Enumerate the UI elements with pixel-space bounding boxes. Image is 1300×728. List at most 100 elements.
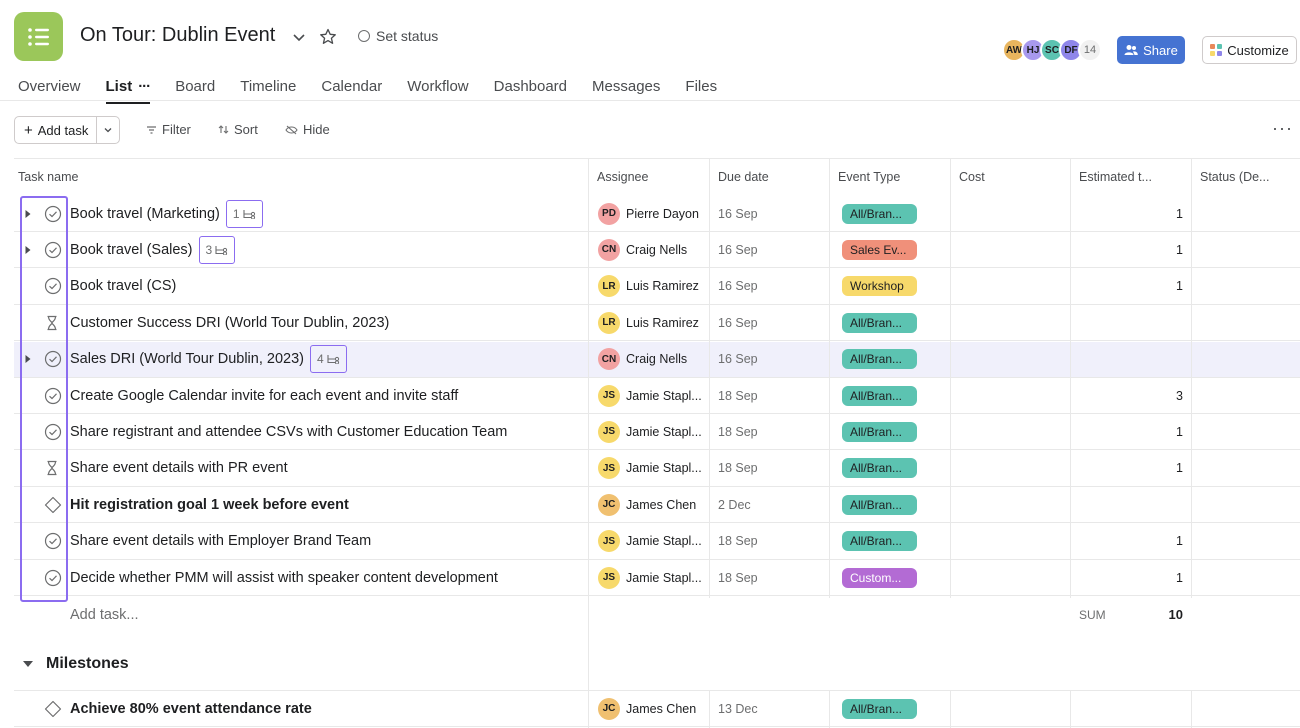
assignee-cell[interactable]: JS Jamie Stapl... xyxy=(598,378,702,413)
task-row[interactable]: Share registrant and attendee CSVs with … xyxy=(14,414,1300,451)
task-status-toggle[interactable] xyxy=(44,414,62,449)
project-title[interactable]: On Tour: Dublin Event xyxy=(80,24,275,47)
due-date[interactable]: 18 Sep xyxy=(718,414,758,449)
task-status-toggle[interactable] xyxy=(44,305,62,340)
star-icon[interactable] xyxy=(318,27,338,47)
tab-timeline[interactable]: Timeline xyxy=(240,78,296,100)
event-type-cell[interactable]: All/Bran... xyxy=(842,305,917,340)
expand-caret-icon[interactable] xyxy=(24,232,34,267)
task-status-toggle[interactable] xyxy=(44,378,62,413)
due-date[interactable]: 2 Dec xyxy=(718,487,751,522)
task-row[interactable]: Create Google Calendar invite for each e… xyxy=(14,378,1300,414)
assignee-cell[interactable]: PD Pierre Dayon xyxy=(598,196,699,231)
tab-workflow[interactable]: Workflow xyxy=(407,78,468,100)
estimated-time[interactable] xyxy=(1071,487,1183,522)
estimated-time[interactable]: 1 xyxy=(1071,560,1183,595)
hide-button[interactable]: Hide xyxy=(285,122,330,137)
task-status-toggle[interactable] xyxy=(44,342,62,377)
expand-caret-icon[interactable] xyxy=(24,342,34,377)
due-date[interactable]: 16 Sep xyxy=(718,196,758,231)
due-date[interactable]: 16 Sep xyxy=(718,232,758,267)
event-type-cell[interactable]: Sales Ev... xyxy=(842,232,917,267)
event-type-cell[interactable]: All/Bran... xyxy=(842,691,917,726)
share-button[interactable]: Share xyxy=(1117,36,1185,64)
column-event-type[interactable]: Event Type xyxy=(838,170,900,184)
estimated-time[interactable] xyxy=(1071,305,1183,340)
task-name[interactable]: Sales DRI (World Tour Dublin, 2023) 4 xyxy=(70,342,347,377)
event-type-cell[interactable]: All/Bran... xyxy=(842,196,917,231)
due-date[interactable]: 18 Sep xyxy=(718,524,758,559)
customize-button[interactable]: Customize xyxy=(1202,36,1297,64)
assignee-cell[interactable]: JS Jamie Stapl... xyxy=(598,414,702,449)
set-status-button[interactable]: Set status xyxy=(358,28,438,44)
event-type-cell[interactable]: All/Bran... xyxy=(842,414,917,449)
add-task-button[interactable]: + Add task xyxy=(14,116,120,144)
estimated-time[interactable]: 1 xyxy=(1071,524,1183,559)
due-date[interactable]: 18 Sep xyxy=(718,560,758,595)
event-type-cell[interactable]: Custom... xyxy=(842,560,917,595)
subtask-count-badge[interactable]: 3 xyxy=(198,235,236,264)
task-status-toggle[interactable] xyxy=(44,524,62,559)
sort-button[interactable]: Sort xyxy=(218,122,258,137)
task-status-toggle[interactable] xyxy=(44,487,62,522)
subtask-count-badge[interactable]: 4 xyxy=(309,345,347,374)
tab-calendar[interactable]: Calendar xyxy=(321,78,382,100)
check-circle-icon[interactable] xyxy=(44,569,62,587)
event-type-cell[interactable]: Workshop xyxy=(842,269,917,304)
event-type-cell[interactable]: All/Bran... xyxy=(842,342,917,377)
project-icon[interactable] xyxy=(14,12,63,61)
check-circle-icon[interactable] xyxy=(44,532,62,550)
event-type-cell[interactable]: All/Bran... xyxy=(842,451,917,486)
subtask-count-badge[interactable]: 1 xyxy=(225,199,263,228)
assignee-cell[interactable]: JS Jamie Stapl... xyxy=(598,560,702,595)
tab-list[interactable]: List ··· xyxy=(105,78,151,104)
add-task-main[interactable]: + Add task xyxy=(15,117,97,143)
milestone-diamond-icon[interactable] xyxy=(44,496,62,514)
chevron-down-icon[interactable] xyxy=(290,28,308,46)
task-row[interactable]: Book travel (Sales) 3 CN Craig Nells 16 Sep S… xyxy=(14,232,1300,269)
task-name[interactable]: Share event details with Employer Brand … xyxy=(70,524,371,559)
assignee-cell[interactable]: LR Luis Ramirez xyxy=(598,269,699,304)
section-milestones[interactable]: Milestones xyxy=(22,655,129,673)
task-row[interactable]: Customer Success DRI (World Tour Dublin,… xyxy=(14,305,1300,342)
tab-board[interactable]: Board xyxy=(175,78,215,100)
due-date[interactable]: 16 Sep xyxy=(718,305,758,340)
assignee-cell[interactable]: JS Jamie Stapl... xyxy=(598,451,702,486)
estimated-time[interactable]: 1 xyxy=(1071,414,1183,449)
assignee-cell[interactable]: JC James Chen xyxy=(598,487,696,522)
task-status-toggle[interactable] xyxy=(44,451,62,486)
task-status-toggle[interactable] xyxy=(44,196,62,231)
filter-button[interactable]: Filter xyxy=(146,122,191,137)
member-overflow-count[interactable]: 14 xyxy=(1078,38,1102,62)
task-row[interactable]: Hit registration goal 1 week before even… xyxy=(14,487,1300,524)
tab-files[interactable]: Files xyxy=(685,78,717,100)
check-circle-icon[interactable] xyxy=(44,387,62,405)
estimated-time[interactable] xyxy=(1071,691,1183,726)
estimated-time[interactable]: 3 xyxy=(1071,378,1183,413)
due-date[interactable]: 18 Sep xyxy=(718,378,758,413)
task-name[interactable]: Achieve 80% event attendance rate xyxy=(70,691,312,726)
check-circle-icon[interactable] xyxy=(44,205,62,223)
column-task-name[interactable]: Task name xyxy=(18,170,78,184)
more-options-icon[interactable]: ··· xyxy=(1272,118,1293,139)
column-cost[interactable]: Cost xyxy=(959,170,985,184)
task-name[interactable]: Hit registration goal 1 week before even… xyxy=(70,487,349,522)
task-name[interactable]: Share registrant and attendee CSVs with … xyxy=(70,414,507,449)
tab-dashboard[interactable]: Dashboard xyxy=(494,78,567,100)
due-date[interactable]: 16 Sep xyxy=(718,269,758,304)
task-name[interactable]: Customer Success DRI (World Tour Dublin,… xyxy=(70,305,389,340)
task-row[interactable]: Book travel (Marketing) 1 PD Pierre Dayon 16… xyxy=(14,196,1300,232)
task-name[interactable]: Book travel (Sales) 3 xyxy=(70,232,236,267)
assignee-cell[interactable]: LR Luis Ramirez xyxy=(598,305,699,340)
task-status-toggle[interactable] xyxy=(44,691,62,726)
estimated-time[interactable] xyxy=(1071,342,1183,377)
task-name[interactable]: Share event details with PR event xyxy=(70,451,288,486)
column-status[interactable]: Status (De... xyxy=(1200,170,1269,184)
estimated-time[interactable]: 1 xyxy=(1071,451,1183,486)
task-row[interactable]: Book travel (CS) LR Luis Ramirez 16 Sep Work… xyxy=(14,269,1300,305)
event-type-cell[interactable]: All/Bran... xyxy=(842,487,917,522)
due-date[interactable]: 16 Sep xyxy=(718,342,758,377)
task-status-toggle[interactable] xyxy=(44,232,62,267)
due-date[interactable]: 18 Sep xyxy=(718,451,758,486)
check-circle-icon[interactable] xyxy=(44,277,62,295)
